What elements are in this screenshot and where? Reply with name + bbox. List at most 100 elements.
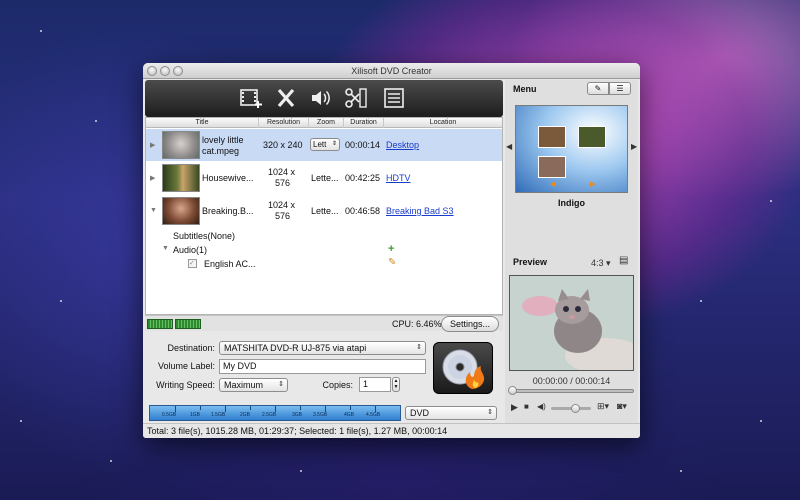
volume-label: Volume Label: bbox=[157, 361, 215, 371]
minimize-window-button[interactable] bbox=[160, 66, 170, 76]
template-name: Indigo bbox=[558, 198, 585, 208]
cpu-bar: CPU: 6.46% Settings... bbox=[145, 315, 503, 332]
stop-icon[interactable]: ■ bbox=[524, 402, 529, 411]
cpu-meter bbox=[147, 319, 173, 329]
status-bar: Total: 3 file(s), 1015.28 MB, 01:29:37; … bbox=[143, 423, 640, 438]
capacity-divider bbox=[300, 406, 301, 410]
camera-snapshot-icon[interactable]: ◙▾ bbox=[617, 401, 627, 412]
file-duration: 00:46:58 bbox=[345, 206, 381, 216]
file-zoom[interactable]: Lette... bbox=[311, 206, 339, 216]
file-location-link[interactable]: HDTV bbox=[386, 173, 411, 183]
file-location-link[interactable]: Breaking Bad S3 bbox=[386, 206, 454, 216]
capacity-divider bbox=[250, 406, 251, 410]
capacity-tick: 4GB bbox=[344, 412, 355, 418]
play-icon[interactable]: ▶ bbox=[511, 402, 518, 413]
audio-track-label: English AC... bbox=[204, 259, 256, 269]
menu-title: Menu bbox=[513, 84, 537, 94]
capacity-divider bbox=[325, 406, 326, 412]
close-window-button[interactable] bbox=[147, 66, 157, 76]
copies-label: Copies: bbox=[322, 380, 353, 390]
list-header: Title Resolution Zoom Duration Location bbox=[146, 118, 502, 128]
file-resolution: 320 x 240 bbox=[263, 140, 303, 150]
table-row[interactable]: ▶ lovely little cat.mpeg 320 x 240 Lett ⇕… bbox=[146, 129, 502, 161]
disclosure-triangle-icon[interactable]: ▶ bbox=[150, 141, 155, 149]
window-title: Xilisoft DVD Creator bbox=[351, 66, 432, 76]
capacity-divider bbox=[350, 406, 351, 410]
seek-slider[interactable] bbox=[508, 386, 634, 395]
disclosure-triangle-icon[interactable]: ▶ bbox=[150, 174, 155, 182]
writing-speed-select[interactable]: Maximum ⇕ bbox=[219, 378, 288, 392]
video-thumbnail bbox=[162, 131, 200, 159]
file-title: cat.mpeg bbox=[202, 146, 240, 156]
file-duration: 00:42:25 bbox=[345, 173, 381, 183]
seek-knob[interactable] bbox=[508, 386, 517, 395]
capacity-tick: 0.5GB bbox=[162, 412, 177, 418]
snapshot-folder-icon[interactable]: ▤ bbox=[619, 255, 628, 266]
menu-button[interactable] bbox=[381, 86, 407, 110]
file-duration: 00:00:14 bbox=[345, 140, 381, 150]
volume-knob[interactable] bbox=[571, 404, 580, 413]
volume-label-input[interactable]: My DVD bbox=[219, 359, 426, 374]
file-resolution: 576 bbox=[275, 211, 291, 221]
audio-button[interactable] bbox=[308, 86, 334, 110]
preview-frame bbox=[510, 276, 633, 370]
app-window: Xilisoft DVD Creator Title Resolution Zo… bbox=[143, 63, 640, 438]
copies-stepper[interactable]: ▲ ▼ bbox=[392, 377, 400, 392]
remove-button[interactable] bbox=[273, 86, 299, 110]
preview-title: Preview bbox=[513, 257, 548, 267]
add-audio-icon[interactable]: + bbox=[388, 243, 394, 255]
prev-template-icon[interactable]: ◀ bbox=[506, 142, 512, 151]
edit-menu-icon[interactable]: ✎ bbox=[587, 82, 609, 95]
col-title[interactable]: Title bbox=[146, 118, 258, 128]
subtitle-toggle-icon[interactable]: ⊞▾ bbox=[597, 401, 609, 412]
col-location[interactable]: Location bbox=[383, 118, 502, 128]
burn-button[interactable] bbox=[433, 342, 493, 394]
preview-time: 00:00:00 / 00:00:14 bbox=[532, 376, 611, 386]
menu-thumb bbox=[538, 126, 566, 148]
menu-list-icon bbox=[384, 88, 404, 108]
menu-next-arrow-icon: ▶ bbox=[590, 181, 596, 188]
menu-prev-arrow-icon: ◀ bbox=[550, 181, 556, 188]
zoom-select[interactable]: Lett ⇕ bbox=[310, 138, 340, 151]
disclosure-triangle-icon[interactable]: ▼ bbox=[150, 207, 157, 214]
capacity-divider bbox=[375, 406, 376, 412]
disc-burn-icon bbox=[442, 349, 485, 389]
file-location-link[interactable]: Desktop bbox=[386, 140, 419, 150]
destination-select[interactable]: MATSHITA DVD-R UJ-875 via atapi ⇕ bbox=[219, 341, 426, 355]
writing-speed-label: Writing Speed: bbox=[156, 380, 215, 390]
next-template-icon[interactable]: ▶ bbox=[631, 142, 637, 151]
col-duration[interactable]: Duration bbox=[343, 118, 383, 128]
disc-type-select[interactable]: DVD ⇕ bbox=[405, 406, 497, 420]
copies-input[interactable]: 1 bbox=[359, 377, 391, 392]
video-thumbnail bbox=[162, 164, 200, 192]
capacity-tick: 3GB bbox=[292, 412, 303, 418]
title-bar: Xilisoft DVD Creator bbox=[143, 63, 640, 79]
file-zoom[interactable]: Lette... bbox=[311, 173, 339, 183]
settings-button[interactable]: Settings... bbox=[441, 316, 499, 332]
destination-label: Destination: bbox=[167, 343, 215, 353]
file-resolution: 1024 x bbox=[268, 200, 296, 210]
audio-disclosure-icon[interactable]: ▼ bbox=[162, 245, 169, 252]
capacity-tick: 1GB bbox=[190, 412, 201, 418]
close-x-icon bbox=[277, 88, 295, 108]
volume-slider[interactable] bbox=[551, 404, 591, 413]
edit-pencil-icon[interactable]: ✎ bbox=[388, 257, 396, 268]
audio-track-checkbox[interactable]: ✓ bbox=[188, 259, 197, 268]
col-zoom[interactable]: Zoom bbox=[308, 118, 343, 128]
table-row[interactable]: ▼ Breaking.B... 1024 x 576 Lette... 00:4… bbox=[146, 195, 502, 227]
audio-item[interactable]: Audio(1) bbox=[173, 245, 207, 255]
menu-thumb bbox=[578, 126, 606, 148]
clip-button[interactable] bbox=[343, 86, 369, 110]
capacity-bar: 0.5GB 1GB 1.5GB 2GB 2.5GB 3GB 3.5GB 4GB … bbox=[149, 405, 401, 421]
zoom-window-button[interactable] bbox=[173, 66, 183, 76]
aspect-ratio-select[interactable]: 4:3 ▾ bbox=[591, 258, 611, 269]
menu-template-preview[interactable]: ◀ ▶ bbox=[515, 105, 628, 193]
capacity-divider bbox=[275, 406, 276, 412]
add-video-button[interactable] bbox=[238, 86, 264, 110]
col-resolution[interactable]: Resolution bbox=[258, 118, 308, 128]
volume-icon[interactable]: ◀) bbox=[537, 402, 546, 411]
subtitles-item[interactable]: Subtitles(None) bbox=[173, 231, 235, 241]
capacity-divider bbox=[175, 406, 176, 412]
menu-list-toggle-icon[interactable]: ☰ bbox=[609, 82, 631, 95]
table-row[interactable]: ▶ Housewive... 1024 x 576 Lette... 00:42… bbox=[146, 162, 502, 194]
